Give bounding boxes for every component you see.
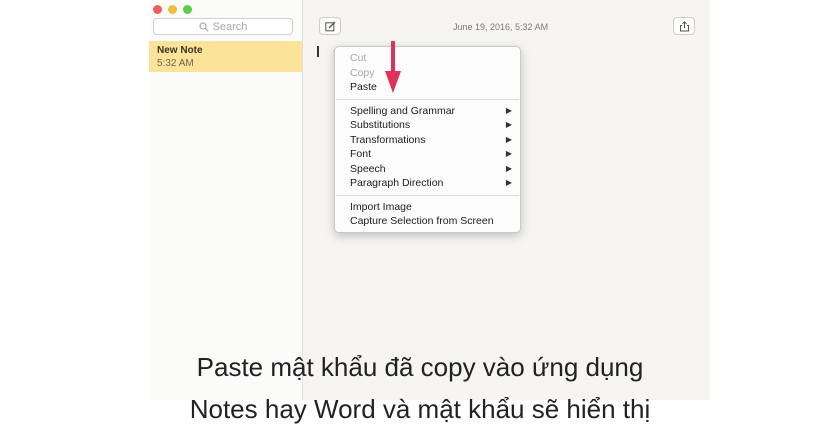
menu-item-font[interactable]: Font ▶	[350, 147, 512, 161]
menu-item-label: Substitutions	[350, 119, 411, 131]
menu-item-label: Paragraph Direction	[350, 177, 444, 189]
minimize-window-button[interactable]	[168, 5, 177, 14]
menu-item-label: Import Image	[350, 200, 412, 213]
share-icon	[679, 20, 689, 31]
caption-line-2: Notes hay Word và mật khẩu sẽ hiển thị	[189, 394, 651, 424]
menu-item-speech[interactable]: Speech ▶	[350, 162, 512, 176]
menu-item-label: Copy	[350, 66, 375, 79]
menu-item-spelling-and-grammar[interactable]: Spelling and Grammar ▶	[350, 104, 512, 118]
menu-item-paragraph-direction[interactable]: Paragraph Direction ▶	[350, 176, 512, 190]
menu-item-cut[interactable]: Cut	[350, 51, 512, 65]
menu-item-transformations[interactable]: Transformations ▶	[350, 133, 512, 147]
menu-item-capture-selection-from-screen[interactable]: Capture Selection from Screen	[350, 214, 512, 228]
submenu-arrow-icon: ▶	[505, 120, 512, 129]
submenu-arrow-icon: ▶	[505, 105, 512, 115]
caption-line-1: Paste mật khẩu đã copy vào ứng dụng	[196, 352, 644, 382]
submenu-arrow-icon: ▶	[505, 149, 512, 158]
text-caret	[317, 46, 319, 57]
share-button[interactable]	[673, 17, 695, 35]
submenu-arrow-icon: ▶	[505, 134, 512, 144]
context-menu: Cut Copy Paste Spelling and Grammar ▶ Substit…	[334, 46, 521, 233]
maximize-window-button[interactable]	[183, 5, 192, 14]
menu-separator	[336, 194, 519, 196]
search-placeholder: Search	[212, 20, 248, 33]
menu-item-copy[interactable]: Copy	[350, 66, 512, 80]
notes-sidebar: Search New Note 5:32 AM	[149, 0, 303, 400]
search-icon	[198, 21, 209, 32]
search-input[interactable]: Search	[153, 18, 293, 35]
menu-item-label: Capture Selection from Screen	[350, 215, 494, 227]
menu-item-label: Spelling and Grammar	[350, 104, 456, 117]
submenu-arrow-icon: ▶	[505, 163, 512, 173]
menu-item-paste[interactable]: Paste	[350, 80, 512, 94]
menu-separator	[336, 98, 519, 100]
note-editor[interactable]: June 19, 2016, 5:32 AM Cut Copy Paste Spell…	[303, 0, 710, 400]
notes-window: Search New Note 5:32 AM June 19, 2016, 5…	[149, 0, 710, 400]
new-note-icon	[324, 21, 335, 31]
menu-item-label: Transformations	[350, 133, 426, 146]
close-window-button[interactable]	[153, 5, 162, 14]
menu-item-label: Font	[350, 148, 372, 160]
note-title: New Note	[157, 45, 203, 56]
red-arrow-annotation	[385, 41, 401, 93]
note-list-item[interactable]: New Note 5:32 AM	[149, 41, 302, 72]
menu-item-label: Speech	[350, 162, 386, 175]
note-time: 5:32 AM	[157, 58, 194, 69]
note-date: June 19, 2016, 5:32 AM	[453, 22, 549, 32]
new-note-button[interactable]	[319, 17, 341, 35]
menu-item-substitutions[interactable]: Substitutions ▶	[350, 118, 512, 132]
menu-item-label: Cut	[350, 52, 367, 64]
submenu-arrow-icon: ▶	[505, 178, 512, 187]
menu-item-import-image[interactable]: Import Image	[350, 200, 512, 214]
menu-item-label: Paste	[350, 81, 377, 93]
